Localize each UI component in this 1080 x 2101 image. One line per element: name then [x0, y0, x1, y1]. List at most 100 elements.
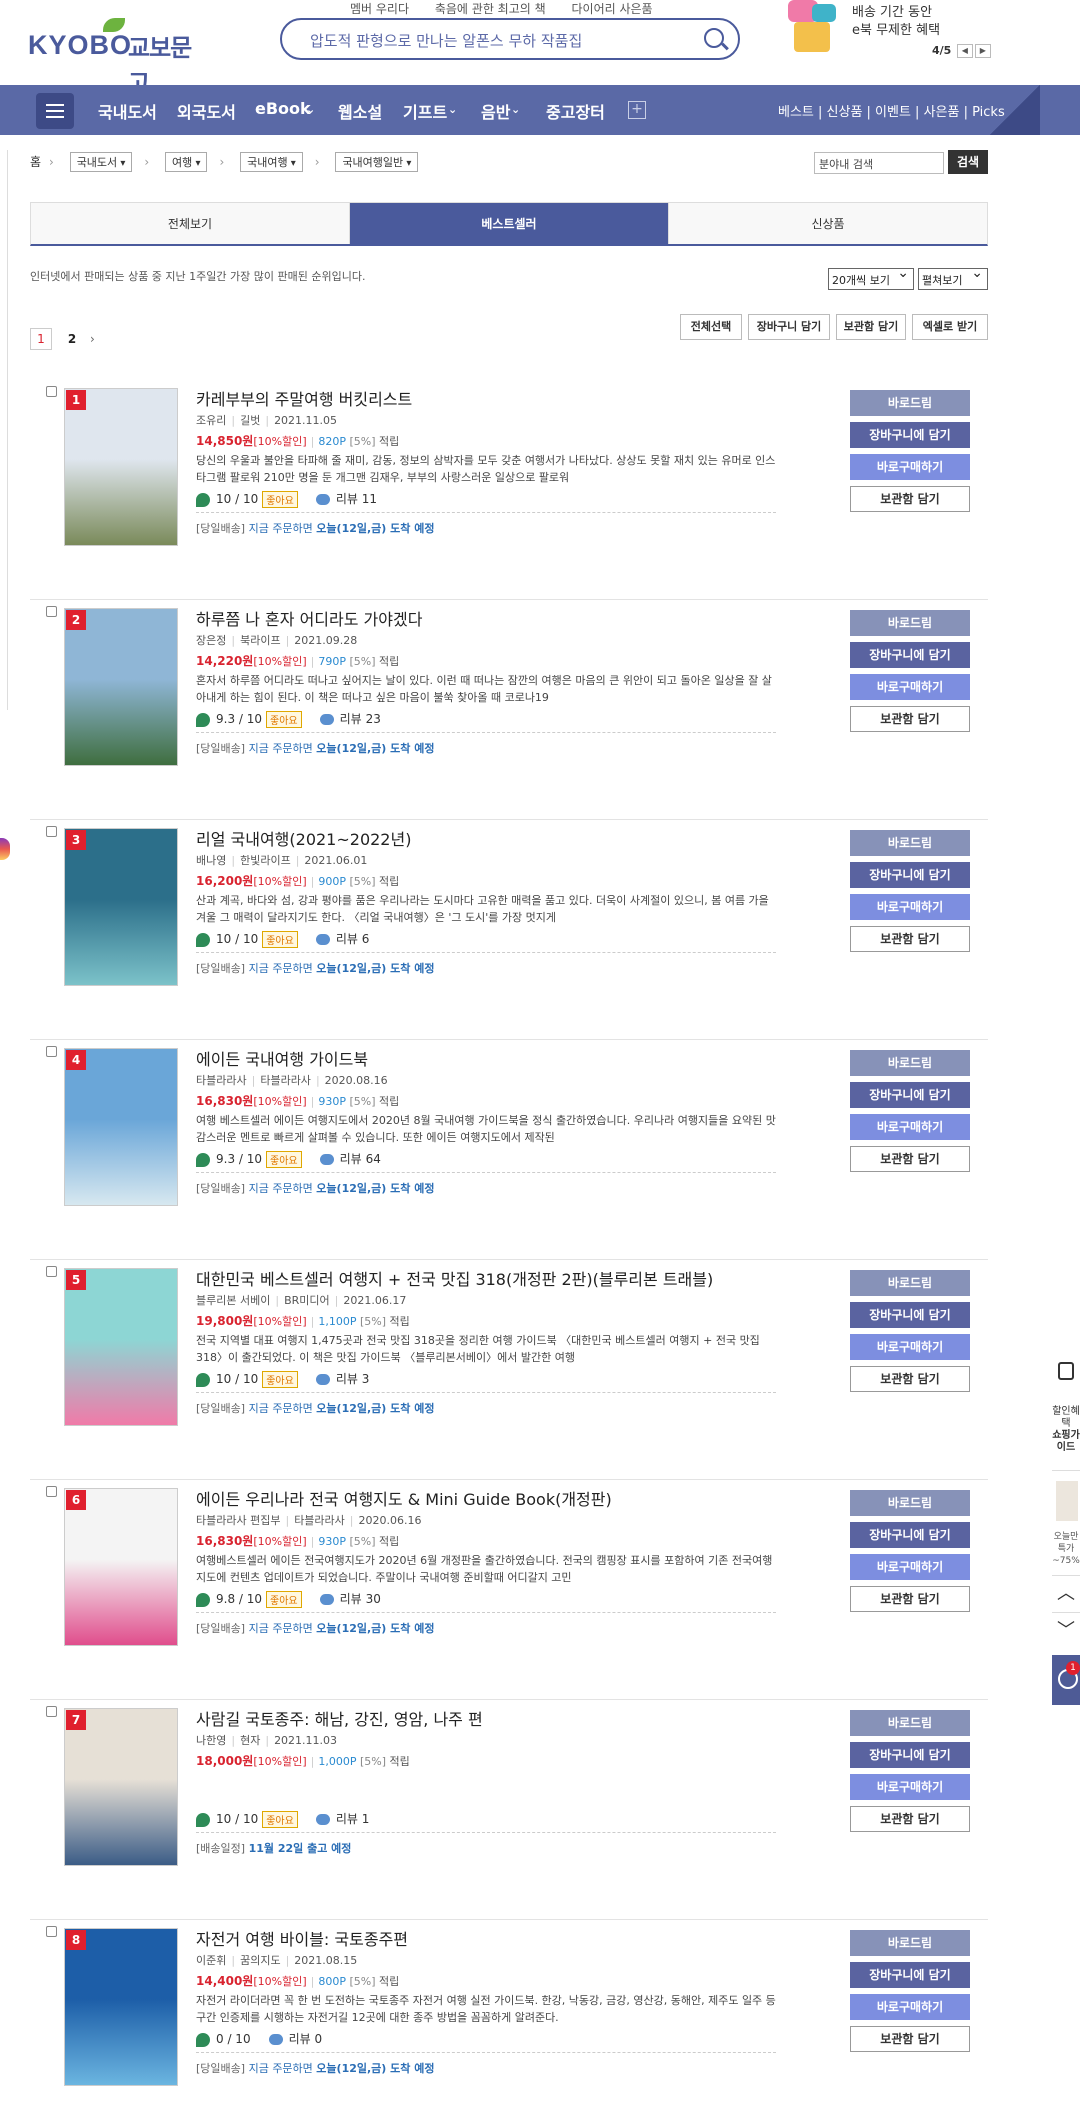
- excel-download-button[interactable]: 엑셀로 받기: [912, 314, 988, 340]
- review-label[interactable]: 리뷰: [336, 1812, 358, 1826]
- crumb-dropdown[interactable]: 국내도서: [69, 152, 133, 172]
- direct-pickup-button[interactable]: 바로드림: [850, 830, 970, 856]
- select-checkbox[interactable]: [46, 1266, 57, 1277]
- top-link[interactable]: 멤버 우리다: [350, 2, 409, 16]
- add-to-wishlist-button[interactable]: 보관함 담기: [850, 926, 970, 952]
- review-label[interactable]: 리뷰: [289, 2032, 311, 2046]
- top-link[interactable]: 다이어리 사은품: [571, 2, 652, 16]
- add-to-cart-button[interactable]: 장바구니에 담기: [850, 1302, 970, 1328]
- book-author[interactable]: 타블라라사 편집부: [196, 1514, 280, 1527]
- direct-pickup-button[interactable]: 바로드림: [850, 1490, 970, 1516]
- book-title[interactable]: 사람길 국토종주: 해남, 강진, 영암, 나주 편: [196, 1706, 483, 1730]
- nav-item[interactable]: eBook: [255, 99, 311, 118]
- add-to-wishlist-button[interactable]: 보관함 담기: [850, 486, 970, 512]
- buy-now-button[interactable]: 바로구매하기: [850, 1334, 970, 1360]
- book-publisher[interactable]: 현자: [240, 1734, 260, 1747]
- nav-item[interactable]: 중고장터: [546, 99, 605, 123]
- top-link[interactable]: 축음에 관한 최고의 책: [435, 2, 546, 16]
- direct-pickup-button[interactable]: 바로드림: [850, 390, 970, 416]
- nav-item[interactable]: 외국도서: [177, 99, 236, 123]
- promo-text[interactable]: 배송 기간 동안 e북 무제한 혜택: [852, 4, 940, 40]
- book-cover[interactable]: [64, 1488, 178, 1646]
- book-title[interactable]: 리얼 국내여행(2021~2022년): [196, 826, 411, 850]
- recent-viewed-button[interactable]: 1: [1052, 1655, 1080, 1705]
- book-publisher[interactable]: 한빛라이프: [240, 854, 291, 867]
- shopping-guide[interactable]: 할인혜택 쇼핑가이드: [1052, 1340, 1080, 1460]
- book-publisher[interactable]: 꿈의지도: [240, 1954, 280, 1967]
- buy-now-button[interactable]: 바로구매하기: [850, 1554, 970, 1580]
- select-checkbox[interactable]: [46, 826, 57, 837]
- book-title[interactable]: 에이든 국내여행 가이드북: [196, 1046, 368, 1070]
- crumb-dropdown[interactable]: 국내여행: [240, 152, 303, 172]
- scroll-up-icon[interactable]: ︿: [1052, 1575, 1080, 1611]
- collapse-corner-icon[interactable]: [990, 85, 1040, 135]
- kyobo-logo[interactable]: KYOBO 교보문고: [28, 18, 208, 97]
- add-to-cart-button[interactable]: 장바구니에 담기: [850, 1962, 970, 1988]
- review-label[interactable]: 리뷰: [336, 1372, 358, 1386]
- book-cover[interactable]: [64, 828, 178, 986]
- book-author[interactable]: 나한영: [196, 1734, 226, 1747]
- review-count[interactable]: 30: [366, 1592, 381, 1606]
- book-author[interactable]: 타블라라사: [196, 1074, 247, 1087]
- book-cover[interactable]: [64, 388, 178, 546]
- view-mode-select[interactable]: 펼쳐보기: [918, 265, 988, 290]
- select-checkbox[interactable]: [46, 1486, 57, 1497]
- add-to-wishlist-button[interactable]: 보관함 담기: [850, 1366, 970, 1392]
- instagram-icon[interactable]: [0, 838, 10, 860]
- tab-all[interactable]: 전체보기: [31, 203, 350, 244]
- buy-now-button[interactable]: 바로구매하기: [850, 1114, 970, 1140]
- book-publisher[interactable]: 길벗: [240, 414, 260, 427]
- add-to-wishlist-button[interactable]: 보관함 담기: [850, 1146, 970, 1172]
- add-to-cart-button[interactable]: 장바구니에 담기: [850, 1082, 970, 1108]
- book-author[interactable]: 조유리: [196, 414, 226, 427]
- review-label[interactable]: 리뷰: [340, 1152, 362, 1166]
- buy-now-button[interactable]: 바로구매하기: [850, 894, 970, 920]
- add-all-wishlist-button[interactable]: 보관함 담기: [836, 314, 906, 340]
- book-author[interactable]: 블루리본 서베이: [196, 1294, 270, 1307]
- plus-icon[interactable]: +: [628, 101, 646, 119]
- nav-item[interactable]: 기프트: [403, 99, 447, 123]
- add-to-wishlist-button[interactable]: 보관함 담기: [850, 1586, 970, 1612]
- book-cover[interactable]: [64, 1928, 178, 2086]
- nav-item[interactable]: 음반: [481, 99, 510, 123]
- book-publisher[interactable]: BR미디어: [284, 1294, 330, 1307]
- view-count-select[interactable]: 20개씩 보기: [828, 265, 914, 290]
- category-search-button[interactable]: 검색: [948, 150, 988, 174]
- scroll-down-icon[interactable]: ﹀: [1052, 1612, 1080, 1648]
- search-input[interactable]: 압도적 판형으로 만나는 알폰스 무하 작품집: [310, 30, 582, 51]
- review-count[interactable]: 0: [315, 2032, 323, 2046]
- next-page-icon[interactable]: ›: [90, 332, 95, 346]
- promo-gift-icon[interactable]: [782, 0, 846, 58]
- book-title[interactable]: 자전거 여행 바이블: 국토종주편: [196, 1926, 408, 1950]
- review-count[interactable]: 1: [362, 1812, 370, 1826]
- book-title[interactable]: 카레부부의 주말여행 버킷리스트: [196, 386, 412, 410]
- book-publisher[interactable]: 타블라라사: [294, 1514, 345, 1527]
- book-author[interactable]: 이준휘: [196, 1954, 226, 1967]
- select-checkbox[interactable]: [46, 386, 57, 397]
- add-to-cart-button[interactable]: 장바구니에 담기: [850, 642, 970, 668]
- select-all-button[interactable]: 전체선택: [680, 314, 742, 340]
- book-publisher[interactable]: 북라이프: [240, 634, 280, 647]
- prev-arrow-icon[interactable]: ◀: [956, 44, 973, 58]
- nav-item[interactable]: 국내도서: [98, 99, 157, 123]
- page-1[interactable]: 1: [30, 328, 52, 350]
- buy-now-button[interactable]: 바로구매하기: [850, 454, 970, 480]
- book-author[interactable]: 배나영: [196, 854, 226, 867]
- crumb-dropdown[interactable]: 국내여행일반: [335, 152, 419, 172]
- page-2[interactable]: 2: [68, 332, 76, 346]
- book-cover[interactable]: [64, 1268, 178, 1426]
- today-deal[interactable]: 오늘만특가 ~75%: [1052, 1470, 1080, 1570]
- buy-now-button[interactable]: 바로구매하기: [850, 1994, 970, 2020]
- book-cover[interactable]: [64, 1048, 178, 1206]
- select-checkbox[interactable]: [46, 1706, 57, 1717]
- select-checkbox[interactable]: [46, 1926, 57, 1937]
- add-to-cart-button[interactable]: 장바구니에 담기: [850, 1522, 970, 1548]
- tab-new[interactable]: 신상품: [669, 203, 987, 244]
- nav-right-links[interactable]: 베스트 | 신상품 | 이벤트 | 사은품 | Picks: [778, 101, 1005, 120]
- direct-pickup-button[interactable]: 바로드림: [850, 1050, 970, 1076]
- add-all-cart-button[interactable]: 장바구니 담기: [748, 314, 830, 340]
- next-arrow-icon[interactable]: ▶: [974, 44, 991, 58]
- buy-now-button[interactable]: 바로구매하기: [850, 1774, 970, 1800]
- direct-pickup-button[interactable]: 바로드림: [850, 1710, 970, 1736]
- direct-pickup-button[interactable]: 바로드림: [850, 1930, 970, 1956]
